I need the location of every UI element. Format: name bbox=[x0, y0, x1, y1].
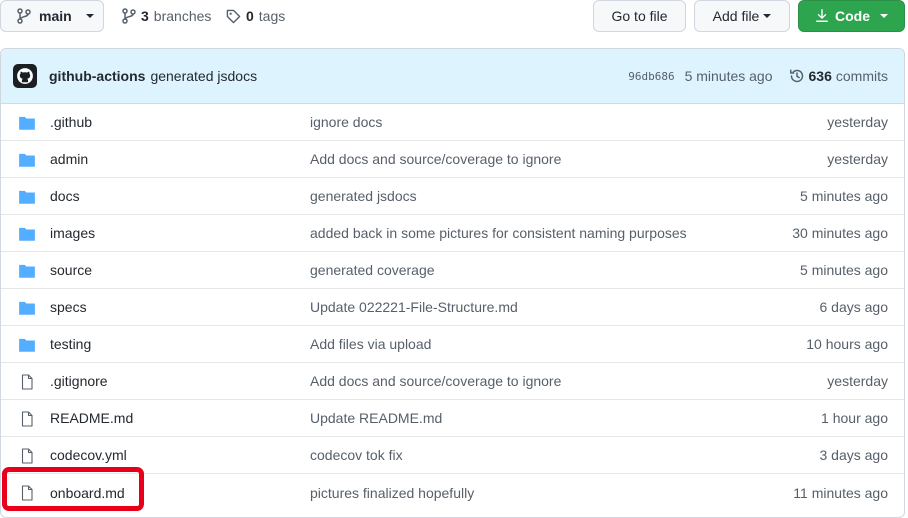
file-name-link[interactable]: images bbox=[50, 225, 95, 241]
repo-toolbar: main 3 branches 0 tags Go to file Add fi… bbox=[0, 0, 908, 34]
file-commit-message-link[interactable]: Add docs and source/coverage to ignore bbox=[310, 373, 561, 389]
folder-icon bbox=[18, 337, 36, 353]
file-commit-message-link[interactable]: Update README.md bbox=[310, 410, 442, 426]
file-name-link[interactable]: admin bbox=[50, 151, 88, 167]
branch-name: main bbox=[39, 8, 72, 24]
file-commit-age: 30 minutes ago bbox=[792, 225, 888, 241]
file-row[interactable]: onboard.md pictures finalized hopefully 11… bbox=[1, 474, 904, 511]
file-commit-age: yesterday bbox=[827, 151, 888, 167]
file-row[interactable]: docs generated jsdocs 5 minutes ago bbox=[1, 178, 904, 215]
file-name-link[interactable]: README.md bbox=[50, 410, 133, 426]
file-name-link[interactable]: source bbox=[50, 262, 92, 278]
commit-message[interactable]: generated jsdocs bbox=[150, 68, 257, 84]
commit-sha[interactable]: 96db686 bbox=[628, 70, 674, 83]
commits-history-link[interactable]: 636 commits bbox=[789, 68, 888, 84]
file-commit-message-link[interactable]: generated jsdocs bbox=[310, 188, 417, 204]
commit-meta: 96db686 5 minutes ago 636 commits bbox=[628, 68, 888, 84]
file-row[interactable]: specs Update 022221-File-Structure.md 6 da… bbox=[1, 289, 904, 326]
file-name-link[interactable]: testing bbox=[50, 336, 91, 352]
file-commit-age: 6 days ago bbox=[819, 299, 889, 315]
file-commit-age: yesterday bbox=[827, 373, 888, 389]
chevron-down-icon bbox=[763, 14, 772, 18]
file-commit-message-link[interactable]: pictures finalized hopefully bbox=[310, 485, 474, 501]
file-row[interactable]: .gitignore Add docs and source/coverage t… bbox=[1, 363, 904, 400]
file-commit-message-link[interactable]: ignore docs bbox=[310, 114, 382, 130]
file-icon bbox=[18, 374, 36, 390]
folder-icon bbox=[18, 152, 36, 168]
branches-link[interactable]: 3 branches bbox=[122, 8, 211, 24]
commit-author[interactable]: github-actions bbox=[49, 68, 145, 84]
file-list: .github ignore docs yesterday admin Add docs… bbox=[1, 104, 904, 511]
go-to-file-button[interactable]: Go to file bbox=[593, 0, 686, 32]
folder-icon bbox=[18, 189, 36, 205]
commit-age[interactable]: 5 minutes ago bbox=[685, 68, 773, 84]
folder-icon bbox=[18, 300, 36, 316]
chevron-down-icon bbox=[85, 14, 94, 18]
file-commit-message-link[interactable]: generated coverage bbox=[310, 262, 435, 278]
file-commit-message-link[interactable]: codecov tok fix bbox=[310, 447, 403, 463]
file-commit-message-link[interactable]: Update 022221-File-Structure.md bbox=[310, 299, 518, 315]
tag-icon bbox=[226, 9, 241, 23]
file-commit-age: 1 hour ago bbox=[821, 410, 888, 426]
folder-icon bbox=[18, 263, 36, 279]
file-icon bbox=[18, 485, 36, 501]
git-branch-icon bbox=[17, 8, 31, 24]
code-label: Code bbox=[835, 8, 870, 24]
file-commit-message-link[interactable]: Add docs and source/coverage to ignore bbox=[310, 151, 561, 167]
add-file-label: Add file bbox=[712, 8, 760, 24]
branch-select-button[interactable]: main bbox=[0, 0, 104, 32]
file-name-link[interactable]: .gitignore bbox=[50, 373, 108, 389]
tags-label: tags bbox=[258, 8, 286, 24]
folder-icon bbox=[18, 226, 36, 242]
file-browser: github-actions generated jsdocs 96db686 … bbox=[0, 48, 905, 518]
github-logo-icon bbox=[17, 68, 33, 84]
file-commit-age: 11 minutes ago bbox=[793, 484, 888, 501]
file-row[interactable]: testing Add files via upload 10 hours ago bbox=[1, 326, 904, 363]
git-branch-icon bbox=[122, 8, 136, 24]
add-file-button[interactable]: Add file bbox=[694, 0, 790, 32]
file-commit-age: 10 hours ago bbox=[806, 336, 888, 352]
file-icon bbox=[18, 411, 36, 427]
code-button[interactable]: Code bbox=[798, 0, 905, 32]
branches-count: 3 bbox=[141, 8, 149, 24]
file-commit-message-link[interactable]: added back in some pictures for consiste… bbox=[310, 225, 687, 241]
commits-count: 636 bbox=[808, 68, 832, 84]
file-row[interactable]: .github ignore docs yesterday bbox=[1, 104, 904, 141]
file-commit-age: 5 minutes ago bbox=[800, 188, 888, 204]
file-name-link[interactable]: docs bbox=[50, 188, 80, 204]
file-commit-age: yesterday bbox=[827, 114, 888, 130]
file-icon bbox=[18, 448, 36, 464]
file-row[interactable]: admin Add docs and source/coverage to ign… bbox=[1, 141, 904, 178]
file-commit-age: 3 days ago bbox=[819, 447, 889, 463]
github-logo-avatar[interactable] bbox=[13, 64, 37, 88]
file-name-link[interactable]: specs bbox=[50, 299, 87, 315]
file-name-link[interactable]: codecov.yml bbox=[50, 447, 127, 463]
download-icon bbox=[816, 9, 828, 22]
folder-icon bbox=[18, 115, 36, 131]
file-row[interactable]: README.md Update README.md 1 hour ago bbox=[1, 400, 904, 437]
file-name-link[interactable]: .github bbox=[50, 114, 92, 130]
tags-link[interactable]: 0 tags bbox=[226, 8, 285, 24]
file-commit-age: 5 minutes ago bbox=[800, 262, 888, 278]
branches-label: branches bbox=[153, 8, 212, 24]
commits-label: commits bbox=[835, 68, 888, 84]
file-row[interactable]: codecov.yml codecov tok fix 3 days ago bbox=[1, 437, 904, 474]
file-commit-message-link[interactable]: Add files via upload bbox=[310, 336, 431, 352]
file-row[interactable]: source generated coverage 5 minutes ago bbox=[1, 252, 904, 289]
latest-commit-bar: github-actions generated jsdocs 96db686 … bbox=[1, 49, 904, 104]
file-name-link[interactable]: onboard.md bbox=[50, 485, 125, 501]
chevron-down-icon bbox=[880, 14, 888, 18]
file-row[interactable]: images added back in some pictures for co… bbox=[1, 215, 904, 252]
history-icon bbox=[789, 69, 803, 83]
tags-count: 0 bbox=[246, 8, 254, 24]
